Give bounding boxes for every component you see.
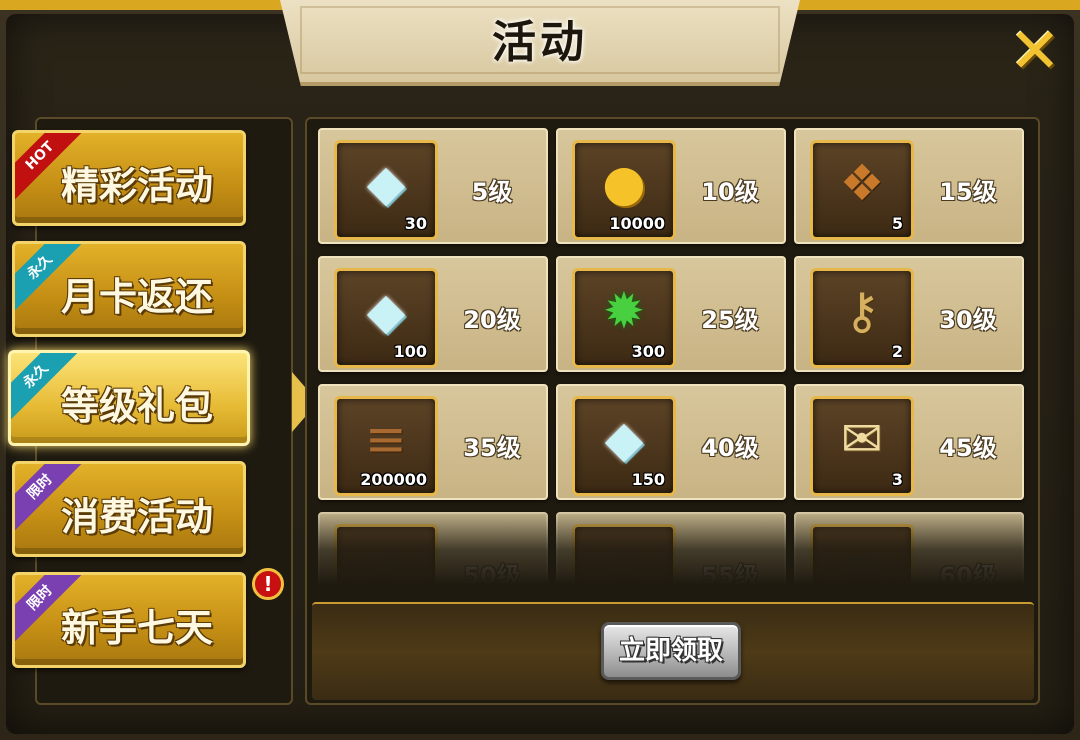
item-count: 5 <box>891 214 903 233</box>
tab-label: 月卡返还 <box>60 275 213 319</box>
wood-logs-icon: ≡ <box>365 410 407 468</box>
item-slot[interactable]: ◆ 100 <box>334 268 438 368</box>
item-slot[interactable]: ❖ 5 <box>810 140 914 240</box>
reward-cell[interactable]: ≡ 200000 35级 <box>318 384 548 500</box>
level-label: 10级 <box>701 178 759 206</box>
reward-cell[interactable]: ❦ 55级 <box>556 512 786 598</box>
level-label: 25级 <box>701 306 759 334</box>
scroll-icon: ✉ <box>841 410 883 468</box>
diamond-icon: ◆ <box>366 282 406 340</box>
reward-cell[interactable]: ◆ 150 40级 <box>556 384 786 500</box>
tab-label: 新手七天 <box>60 606 213 650</box>
diamond-icon: ◆ <box>366 154 406 212</box>
alert-badge: ! <box>252 568 284 600</box>
level-label: 30级 <box>939 306 997 334</box>
tab-label: 消费活动 <box>60 495 213 539</box>
tab-label: 等级礼包 <box>60 384 213 428</box>
green-gem-icon: ✹ <box>603 282 645 340</box>
item-count: 3 <box>891 470 903 489</box>
tab-level-gift[interactable]: 永久 等级礼包 <box>8 350 250 446</box>
level-label: 5级 <box>471 178 513 206</box>
level-label: 15级 <box>939 178 997 206</box>
item-count: 300 <box>631 342 665 361</box>
item-count: 200000 <box>360 470 427 489</box>
level-label: 55级 <box>701 562 759 590</box>
item-slot[interactable]: ◆ 30 <box>334 140 438 240</box>
item-slot[interactable]: ✹ 300 <box>572 268 676 368</box>
key-icon: ⚷ <box>843 282 881 340</box>
tab-newbie-seven-days[interactable]: 限时 新手七天 <box>12 572 246 668</box>
tab-featured-events[interactable]: HOT 精彩活动 <box>12 130 246 226</box>
level-label: 40级 <box>701 434 759 462</box>
item-slot[interactable]: ● 10000 <box>572 140 676 240</box>
reward-cell[interactable]: ◆ 100 20级 <box>318 256 548 372</box>
item-slot[interactable]: ❦ <box>572 524 676 598</box>
reward-cell[interactable]: ⚷ 2 30级 <box>794 256 1024 372</box>
rewards-grid[interactable]: ◆ 30 5级 ● 10000 10级 ❖ 5 15级 ◆ 100 20级 ✹ … <box>318 128 1030 598</box>
rune-fragment-icon: ❖ <box>839 154 885 212</box>
gold-coin-icon: ● <box>602 154 646 212</box>
leaf-item-icon: ❦ <box>603 538 645 596</box>
reward-cell[interactable]: ✹ 300 25级 <box>556 256 786 372</box>
level-label: 60级 <box>939 562 997 590</box>
item-count: 100 <box>393 342 427 361</box>
item-slot[interactable]: ◆ 150 <box>572 396 676 496</box>
tab-spending-event[interactable]: 限时 消费活动 <box>12 461 246 557</box>
reward-cell[interactable]: ✉ 3 45级 <box>794 384 1024 500</box>
reward-cell[interactable]: ● 10000 10级 <box>556 128 786 244</box>
item-count: 150 <box>631 470 665 489</box>
spiky-item-icon: ✷ <box>365 538 407 596</box>
reward-cell[interactable]: ✷ 50级 <box>318 512 548 598</box>
item-slot[interactable]: ⚷ 2 <box>810 268 914 368</box>
item-slot[interactable]: ⬬ <box>810 524 914 598</box>
tab-monthly-card[interactable]: 永久 月卡返还 <box>12 241 246 337</box>
reward-cell[interactable]: ◆ 30 5级 <box>318 128 548 244</box>
level-label: 50级 <box>463 562 521 590</box>
item-count: 2 <box>891 342 903 361</box>
reward-cell[interactable]: ⬬ 60级 <box>794 512 1024 598</box>
diamond-icon: ◆ <box>604 410 644 468</box>
reward-cell[interactable]: ❖ 5 15级 <box>794 128 1024 244</box>
item-slot[interactable]: ✉ 3 <box>810 396 914 496</box>
level-label: 20级 <box>463 306 521 334</box>
page-title: 活动 <box>492 17 588 68</box>
item-count: 30 <box>404 214 427 233</box>
stone-item-icon: ⬬ <box>840 538 884 596</box>
item-slot[interactable]: ≡ 200000 <box>334 396 438 496</box>
level-label: 45级 <box>939 434 997 462</box>
close-icon[interactable]: ✕ <box>1006 20 1064 82</box>
item-slot[interactable]: ✷ <box>334 524 438 598</box>
item-count: 10000 <box>609 214 665 233</box>
claim-now-button[interactable]: 立即领取 <box>601 622 741 680</box>
level-label: 35级 <box>463 434 521 462</box>
tab-label: 精彩活动 <box>60 164 213 208</box>
